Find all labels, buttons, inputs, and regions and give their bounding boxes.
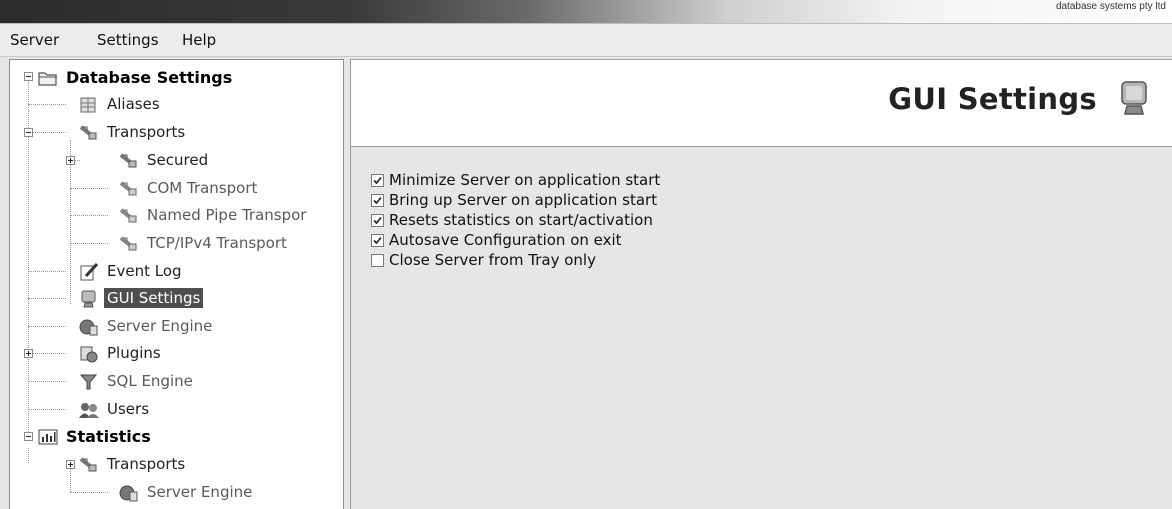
- tree-label: Transports: [107, 455, 186, 473]
- users-icon: [79, 403, 99, 418]
- collapse-statistics-toggle[interactable]: [24, 432, 33, 441]
- menu-bar: Server Settings Help: [0, 24, 1172, 57]
- checkmark-icon: [373, 196, 382, 205]
- page-title: GUI Settings: [888, 82, 1097, 116]
- tree-label: Named Pipe Transpor: [147, 206, 307, 224]
- menu-settings[interactable]: Settings: [97, 31, 159, 49]
- option-label: Autosave Configuration on exit: [389, 231, 622, 249]
- checkmark-icon: [373, 176, 382, 185]
- option-label: Bring up Server on application start: [389, 191, 658, 209]
- tree-label: Server Engine: [147, 483, 253, 501]
- transport-icon: [79, 125, 97, 140]
- checkmark-icon: [373, 216, 382, 225]
- server-engine-icon: [119, 485, 138, 502]
- expand-plugins-toggle[interactable]: [24, 349, 33, 358]
- option-label: Close Server from Tray only: [389, 251, 596, 269]
- checkbox[interactable]: [371, 194, 384, 207]
- tree-label: Server Engine: [107, 317, 213, 335]
- content-header: GUI Settings: [351, 60, 1172, 147]
- transport-icon: [79, 457, 97, 472]
- tree-label: Event Log: [107, 262, 182, 280]
- content-panel: GUI Settings Minimize Server on applicat…: [350, 59, 1172, 509]
- transport-icon: [119, 153, 137, 168]
- transport-icon: [119, 208, 137, 223]
- tree-label: GUI Settings: [104, 288, 204, 308]
- checkmark-icon: [373, 236, 382, 245]
- option-label: Resets statistics on start/activation: [389, 211, 653, 229]
- settings-tree[interactable]: Database Settings Aliases Transports Sec…: [9, 59, 344, 509]
- checkbox[interactable]: [371, 174, 384, 187]
- banner-tagline: database systems pty ltd: [1055, 1, 1166, 12]
- plugins-icon: [80, 346, 98, 363]
- expand-statistics-transports-toggle[interactable]: [66, 460, 75, 469]
- collapse-database-settings-toggle[interactable]: [24, 72, 33, 81]
- monitor-icon: [81, 290, 96, 308]
- transport-icon: [119, 181, 137, 196]
- tree-label: Plugins: [107, 344, 161, 362]
- expand-secured-toggle[interactable]: [66, 156, 75, 165]
- checkbox[interactable]: [371, 214, 384, 227]
- server-engine-icon: [79, 319, 98, 336]
- monitor-icon: [1121, 81, 1147, 115]
- collapse-transports-toggle[interactable]: [24, 128, 33, 137]
- tree-label: SQL Engine: [107, 372, 193, 390]
- sql-engine-icon: [79, 374, 98, 390]
- tree-label: Aliases: [107, 95, 160, 113]
- tree-label: Statistics: [66, 427, 151, 446]
- menu-help[interactable]: Help: [182, 31, 216, 49]
- menu-server[interactable]: Server: [10, 31, 59, 49]
- checkbox[interactable]: [371, 254, 384, 267]
- aliases-icon: [80, 97, 96, 113]
- tree-label: Secured: [147, 151, 209, 169]
- tree-label: Users: [107, 400, 150, 418]
- tree-label: COM Transport: [147, 179, 258, 197]
- event-log-icon: [80, 262, 99, 281]
- folder-icon: [38, 72, 57, 86]
- tree-label: Transports: [107, 123, 186, 141]
- checkbox[interactable]: [371, 234, 384, 247]
- transport-icon: [119, 236, 137, 251]
- title-banner: database systems pty ltd: [0, 0, 1172, 24]
- option-label: Minimize Server on application start: [389, 171, 661, 189]
- tree-label: TCP/IPv4 Transport: [147, 234, 287, 252]
- tree-label: Database Settings: [66, 68, 233, 87]
- statistics-icon: [38, 429, 58, 445]
